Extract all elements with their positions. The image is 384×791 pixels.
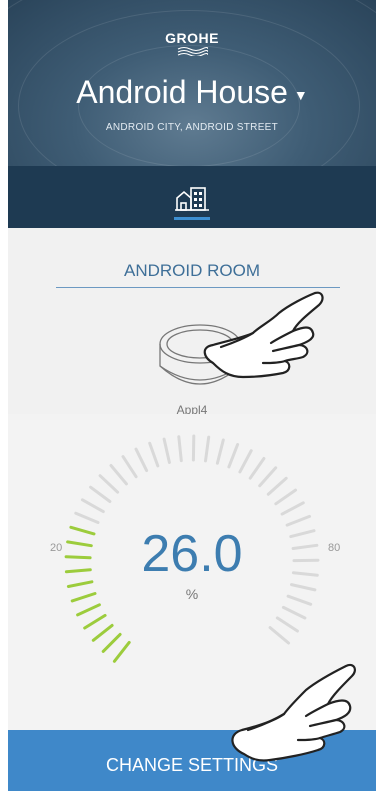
gauge-tick <box>121 455 138 479</box>
gauge-tick <box>162 437 171 464</box>
pointing-hand-icon <box>231 663 356 762</box>
gauge-tick <box>238 449 253 474</box>
gauge-tick <box>280 501 305 516</box>
gauge-value: 26.0 <box>141 525 243 583</box>
gauge-tick <box>112 640 131 663</box>
gauge-tick <box>268 626 290 645</box>
house-selector[interactable]: Android House ▼ <box>8 74 376 111</box>
gauge-tick <box>76 603 101 617</box>
gauge-tick <box>83 613 107 630</box>
brand-logo: GROHE <box>165 30 219 46</box>
gauge-unit: % <box>185 586 199 602</box>
app-screen: GROHE Android House ▼ ANDROID CITY, ANDRO… <box>8 0 376 791</box>
gauge-tick <box>80 498 105 514</box>
gauge-tick <box>91 623 114 642</box>
gauge-tick <box>227 443 240 469</box>
gauge-tick <box>101 632 122 653</box>
room-name[interactable]: ANDROID ROOM <box>8 261 376 281</box>
gauge-tick <box>266 476 288 496</box>
gauge-tick <box>275 616 299 633</box>
pointing-hand-icon <box>203 291 324 379</box>
gauge-tick <box>74 511 100 524</box>
gauge-tick <box>134 447 149 473</box>
gauge-tick <box>89 485 112 503</box>
gauge-tick <box>109 464 128 486</box>
gauge-tick <box>98 474 120 494</box>
dropdown-caret-icon: ▼ <box>293 86 308 103</box>
gauge-tick <box>248 457 266 480</box>
gauge-tick <box>148 441 160 468</box>
building-icon[interactable] <box>175 184 209 212</box>
house-address: ANDROID CITY, ANDROID STREET <box>105 122 279 133</box>
logo-waves-icon <box>177 47 208 56</box>
gauge-tick <box>215 438 225 465</box>
gauge-tick <box>274 488 297 506</box>
gauge-tick <box>204 435 211 463</box>
gauge-tick <box>177 435 183 463</box>
gauge-tick <box>258 466 278 488</box>
gauge-tick <box>281 605 307 620</box>
tab-active-indicator <box>174 217 210 220</box>
house-name: Android House <box>76 74 288 110</box>
